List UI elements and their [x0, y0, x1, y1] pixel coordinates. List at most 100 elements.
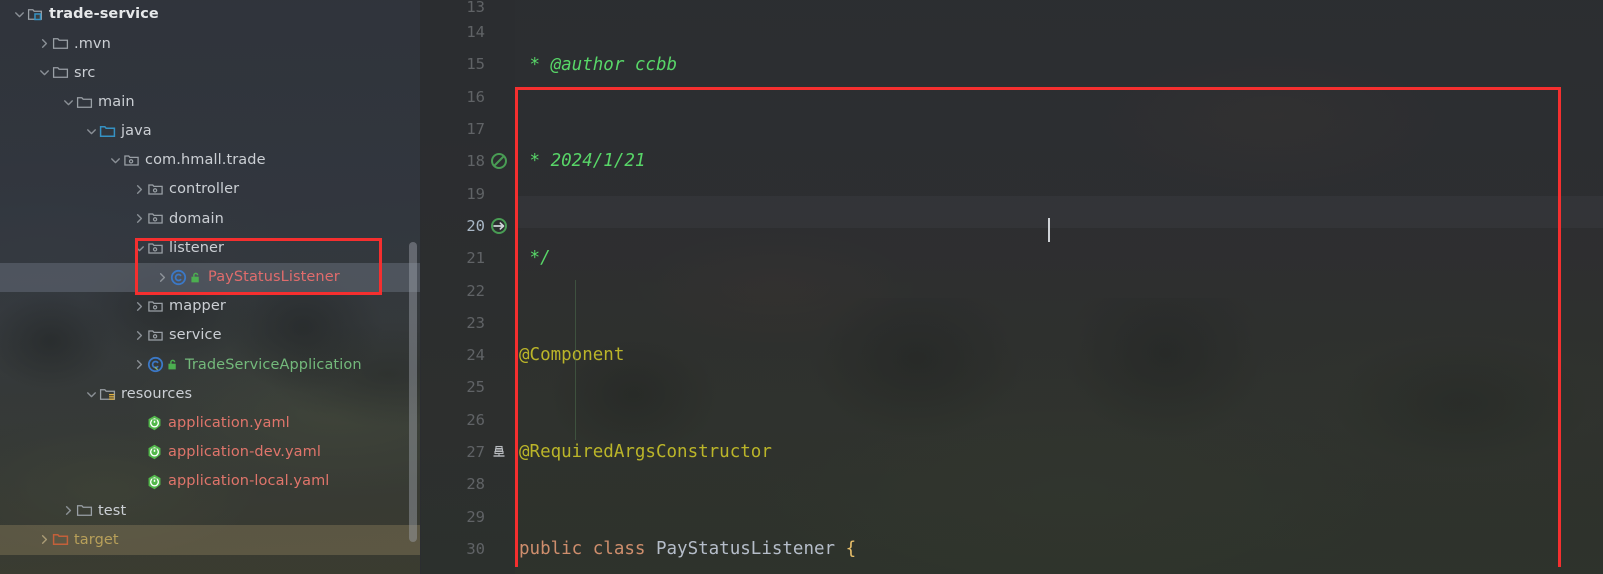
line-number: 25 [466, 378, 485, 397]
chevron-down-icon[interactable] [84, 124, 99, 139]
code-line: * @author ccbb [519, 49, 1603, 81]
chevron-right-icon[interactable] [132, 357, 147, 372]
tree-item-label: resources [121, 385, 193, 402]
chevron-down-icon[interactable] [61, 95, 76, 110]
tree-item-paystatuslistener[interactable]: PayStatusListener [0, 262, 421, 292]
line-number: 19 [466, 184, 485, 203]
gutter-line: 28 [421, 468, 515, 500]
folder-icon [52, 64, 69, 81]
folder-icon [52, 35, 69, 52]
gutter-line: 23 [421, 307, 515, 339]
tree-item-label: controller [169, 181, 240, 198]
tree-item-tradeserviceapplication[interactable]: TradeServiceApplication [0, 350, 421, 379]
sidebar-scrollbar[interactable] [409, 242, 417, 542]
spacer-icon [131, 416, 146, 431]
chevron-right-icon[interactable] [132, 211, 147, 226]
code-line-text: */ [519, 248, 551, 269]
chevron-down-icon[interactable] [84, 387, 99, 402]
gutter-line: 20 [421, 210, 515, 242]
public-visibility-icon [166, 356, 179, 373]
gutter-marker-none [488, 377, 510, 397]
panel-divider[interactable] [420, 0, 421, 574]
chevron-right-icon[interactable] [132, 299, 147, 314]
editor-gutter[interactable]: 13 14 15 16 17 18 19 20 21 22 23 24 25 2… [421, 0, 515, 574]
tree-item-service[interactable]: service [0, 321, 421, 350]
code-editor[interactable]: 13 14 15 16 17 18 19 20 21 22 23 24 25 2… [421, 0, 1603, 574]
project-tree[interactable]: trade-service .mvn src main java com.hma… [0, 0, 421, 555]
gutter-line: 16 [421, 81, 515, 113]
code-line-text: * 2024/1/21 [519, 151, 646, 172]
package-icon [147, 298, 164, 315]
tree-item-test[interactable]: test [0, 496, 421, 525]
tree-item-label: java [121, 123, 152, 140]
spring-bean-icon[interactable] [488, 151, 510, 171]
rabbit-listener-icon[interactable] [488, 442, 510, 462]
chevron-down-icon[interactable] [108, 153, 123, 168]
gutter-line: 17 [421, 113, 515, 145]
tree-item-trade-service[interactable]: trade-service [0, 0, 421, 29]
gutter-line: 27 [421, 436, 515, 468]
tree-item-application-yaml[interactable]: application.yaml [0, 409, 421, 438]
tree-item-application-dev-yaml[interactable]: application-dev.yaml [0, 438, 421, 467]
gutter-marker-none [488, 54, 510, 74]
resources-folder-icon [99, 386, 116, 403]
code-line-text: * @author ccbb [519, 54, 678, 75]
tree-item-label: listener [169, 239, 225, 256]
tree-item-label: TradeServiceApplication [185, 356, 362, 373]
gutter-line: 13 [421, 0, 515, 16]
tree-item-label: trade-service [49, 6, 159, 23]
code-text[interactable]: * @author ccbb * 2024/1/21 */ @Component… [515, 0, 1603, 558]
tree-item-label: service [169, 327, 222, 344]
gutter-line: 24 [421, 339, 515, 371]
chevron-down-icon[interactable] [12, 7, 27, 22]
tree-item-label: application-dev.yaml [168, 444, 322, 461]
chevron-right-icon[interactable] [37, 36, 52, 51]
source-root-folder-icon [99, 123, 116, 140]
chevron-down-icon[interactable] [37, 65, 52, 80]
text-caret [1048, 218, 1050, 242]
gutter-line: 29 [421, 500, 515, 532]
tree-item-mapper[interactable]: mapper [0, 292, 421, 321]
tree-item-application-local-yaml[interactable]: application-local.yaml [0, 467, 421, 496]
line-number: 21 [466, 249, 485, 268]
spacer-icon [131, 445, 146, 460]
tree-item-mvn[interactable]: .mvn [0, 29, 421, 58]
tree-item-package-com-hmall-trade[interactable]: com.hmall.trade [0, 146, 421, 175]
chevron-right-icon[interactable] [155, 270, 170, 285]
tree-item-resources[interactable]: resources [0, 379, 421, 408]
package-icon [123, 152, 140, 169]
tree-item-listener[interactable]: listener [0, 234, 421, 263]
spring-boot-class-icon [147, 356, 164, 373]
tree-item-label: application.yaml [168, 414, 290, 431]
ide-window: trade-service .mvn src main java com.hma… [0, 0, 1603, 574]
tree-item-label: main [98, 93, 135, 110]
chevron-down-icon[interactable] [132, 241, 147, 256]
tree-item-target[interactable]: target [0, 525, 421, 555]
tree-item-controller[interactable]: controller [0, 175, 421, 204]
project-tree-panel[interactable]: trade-service .mvn src main java com.hma… [0, 0, 421, 574]
chevron-right-icon[interactable] [132, 328, 147, 343]
gutter-line: 18 [421, 145, 515, 177]
spring-yaml-icon [146, 444, 163, 461]
gutter-line: 22 [421, 274, 515, 306]
gutter-line: 26 [421, 404, 515, 436]
line-number: 29 [466, 507, 485, 526]
chevron-right-icon[interactable] [132, 182, 147, 197]
code-line: public class PayStatusListener { [519, 539, 857, 558]
tree-item-label: .mvn [74, 35, 111, 52]
tree-item-src[interactable]: src [0, 58, 421, 87]
tree-item-domain[interactable]: domain [0, 204, 421, 233]
line-number: 27 [466, 443, 485, 461]
tree-item-label: mapper [169, 298, 226, 315]
java-class-icon [170, 269, 187, 286]
gutter-marker-none [488, 410, 510, 430]
chevron-right-icon[interactable] [61, 503, 76, 518]
spring-autowired-icon[interactable] [488, 216, 510, 236]
line-number: 22 [466, 281, 485, 300]
tree-item-java[interactable]: java [0, 117, 421, 146]
code-line: * 2024/1/21 [519, 145, 1603, 177]
chevron-right-icon[interactable] [37, 532, 52, 547]
line-number: 14 [466, 23, 485, 42]
spring-yaml-icon [146, 415, 163, 432]
tree-item-main[interactable]: main [0, 88, 421, 117]
